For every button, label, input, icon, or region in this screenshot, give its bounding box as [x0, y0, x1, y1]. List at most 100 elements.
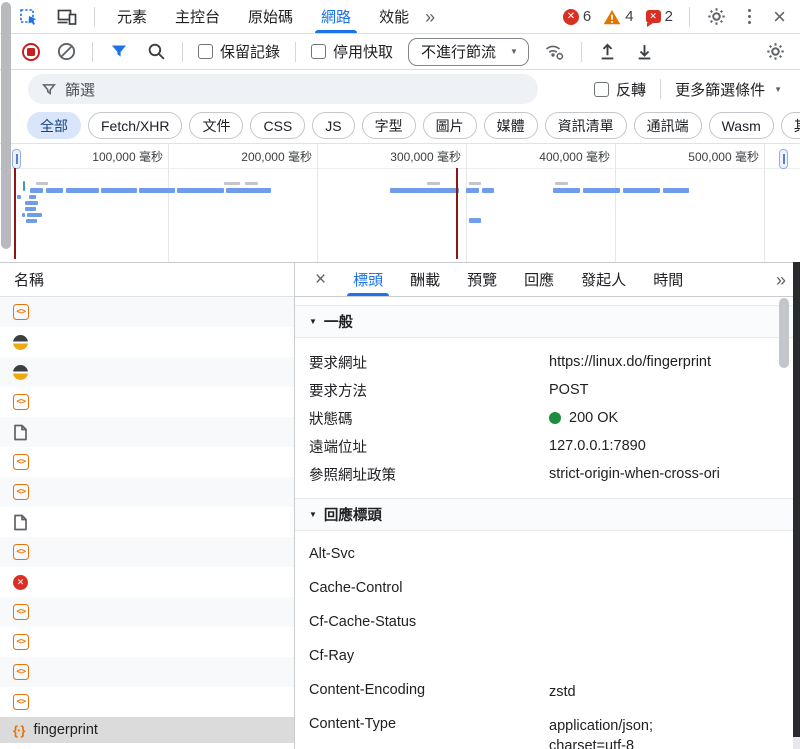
request-row[interactable] [0, 507, 294, 537]
general-section-header[interactable]: ▼ 一般 [295, 305, 800, 338]
tab-元素[interactable]: 元素 [117, 0, 147, 33]
type-filter-CSS[interactable]: CSS [250, 112, 305, 139]
page-scrollbar-thumb[interactable] [1, 2, 11, 249]
type-filter-JS[interactable]: JS [312, 112, 354, 139]
header-value: POST [549, 382, 800, 398]
warnings-badge[interactable]: 4 [603, 8, 633, 25]
type-filter-文件[interactable]: 文件 [189, 112, 243, 139]
waterfall-bar [27, 213, 42, 217]
type-filter-圖片[interactable]: 圖片 [423, 112, 477, 139]
disable-cache-checkbox[interactable]: 停用快取 [311, 41, 393, 62]
request-name: fingerprint [33, 722, 97, 738]
waterfall-bar [30, 188, 43, 193]
divider [94, 7, 95, 27]
device-toolbar-icon[interactable] [56, 6, 78, 28]
request-row[interactable]: <> [0, 627, 294, 657]
timeline-tick-label: 500,000 毫秒 [688, 148, 759, 165]
header-value: 127.0.0.1:7890 [549, 438, 800, 454]
request-row[interactable]: <> [0, 657, 294, 687]
chevron-down-icon: ▼ [510, 47, 518, 56]
more-filters-label: 更多篩選條件 [675, 79, 765, 100]
record-network-log-icon[interactable] [22, 43, 40, 61]
settings-gear-icon[interactable] [706, 6, 728, 28]
details-tab-發起人[interactable]: 發起人 [581, 263, 626, 296]
inspect-icon[interactable] [18, 6, 40, 28]
divider [689, 7, 690, 27]
type-filter-Wasm[interactable]: Wasm [709, 112, 774, 139]
tab-主控台[interactable]: 主控台 [175, 0, 220, 33]
divider [660, 79, 661, 99]
response-headers-section-header[interactable]: ▼ 回應標頭 [295, 498, 800, 531]
more-details-tabs-icon[interactable]: » [776, 271, 784, 289]
checkbox[interactable] [198, 44, 213, 59]
network-settings-gear-icon[interactable] [764, 41, 786, 63]
waterfall-bar [29, 195, 36, 199]
more-options-icon[interactable] [744, 5, 755, 28]
type-filter-字型[interactable]: 字型 [362, 112, 416, 139]
overview-right-handle[interactable] [779, 149, 788, 169]
filter-input[interactable]: 篩選 [28, 74, 538, 104]
font-file-icon [13, 335, 28, 350]
type-filter-其他[interactable]: 其他 [781, 112, 800, 139]
network-toolbar: 保留記錄 停用快取 不進行節流 ▼ [0, 34, 800, 70]
issues-badge[interactable]: ✕ 2 [646, 8, 673, 25]
tab-網路[interactable]: 網路 [321, 0, 351, 33]
request-row-fingerprint[interactable]: {·}fingerprint [0, 717, 294, 743]
checkbox[interactable] [311, 44, 326, 59]
waterfall-bar [623, 188, 660, 193]
checkbox[interactable] [594, 82, 609, 97]
font-file-icon [13, 365, 28, 380]
overview-left-handle[interactable] [12, 149, 21, 169]
request-row[interactable]: ✕ [0, 567, 294, 597]
request-row[interactable]: <> [0, 597, 294, 627]
details-tab-酬載[interactable]: 酬載 [410, 263, 440, 296]
details-tab-預覽[interactable]: 預覽 [467, 263, 497, 296]
name-column-header[interactable]: 名稱 [0, 263, 294, 297]
request-row[interactable]: <> [0, 297, 294, 327]
close-details-icon[interactable]: × [315, 270, 326, 289]
type-filter-通訊端[interactable]: 通訊端 [634, 112, 702, 139]
network-overview-timeline[interactable]: 100,000 毫秒200,000 毫秒300,000 毫秒400,000 毫秒… [0, 144, 800, 263]
import-har-icon[interactable] [597, 41, 619, 63]
throttling-select[interactable]: 不進行節流 ▼ [408, 38, 529, 66]
request-row[interactable]: <> [0, 447, 294, 477]
header-kv-row: 狀態碼200 OK [309, 404, 800, 432]
search-icon[interactable] [145, 41, 167, 63]
type-filter-Fetch/XHR[interactable]: Fetch/XHR [88, 112, 182, 139]
header-kv-row: Cf-Cache-Status [309, 607, 800, 641]
request-row[interactable]: <> [0, 477, 294, 507]
invert-filter-checkbox[interactable]: 反轉 [594, 79, 646, 100]
export-har-icon[interactable] [634, 41, 656, 63]
header-kv-row: 要求方法POST [309, 376, 800, 404]
request-row[interactable]: <> [0, 387, 294, 417]
script-file-icon: <> [13, 694, 29, 710]
filter-funnel-icon[interactable] [108, 41, 130, 63]
waterfall-bar [583, 188, 620, 193]
request-row[interactable]: <> [0, 687, 294, 717]
type-filter-全部[interactable]: 全部 [27, 112, 81, 139]
more-filters-button[interactable]: 更多篩選條件 ▼ [675, 79, 782, 100]
filter-bar: 篩選 反轉 更多篩選條件 ▼ [0, 70, 800, 108]
more-tabs-icon[interactable]: » [425, 8, 433, 26]
details-tab-回應[interactable]: 回應 [524, 263, 554, 296]
clear-network-log-icon[interactable] [55, 41, 77, 63]
header-key: Cf-Cache-Status [309, 614, 549, 630]
type-filter-資訊清單[interactable]: 資訊清單 [545, 112, 627, 139]
request-row[interactable]: <> [0, 537, 294, 567]
type-filter-媒體[interactable]: 媒體 [484, 112, 538, 139]
request-row[interactable] [0, 327, 294, 357]
request-row[interactable] [0, 357, 294, 387]
timeline-gridline [168, 144, 169, 262]
details-scrollbar-thumb[interactable] [779, 298, 789, 368]
errors-badge[interactable]: ✕ 6 [563, 8, 591, 25]
network-conditions-icon[interactable] [544, 41, 566, 63]
tab-原始碼[interactable]: 原始碼 [248, 0, 293, 33]
details-tab-時間[interactable]: 時間 [653, 263, 683, 296]
request-row[interactable] [0, 417, 294, 447]
close-devtools-icon[interactable]: × [771, 6, 788, 28]
tab-效能[interactable]: 效能 [379, 0, 409, 33]
waterfall-bar [469, 182, 481, 185]
waterfall-bar [245, 182, 258, 185]
details-tab-標頭[interactable]: 標頭 [353, 263, 383, 296]
preserve-log-checkbox[interactable]: 保留記錄 [198, 41, 280, 62]
